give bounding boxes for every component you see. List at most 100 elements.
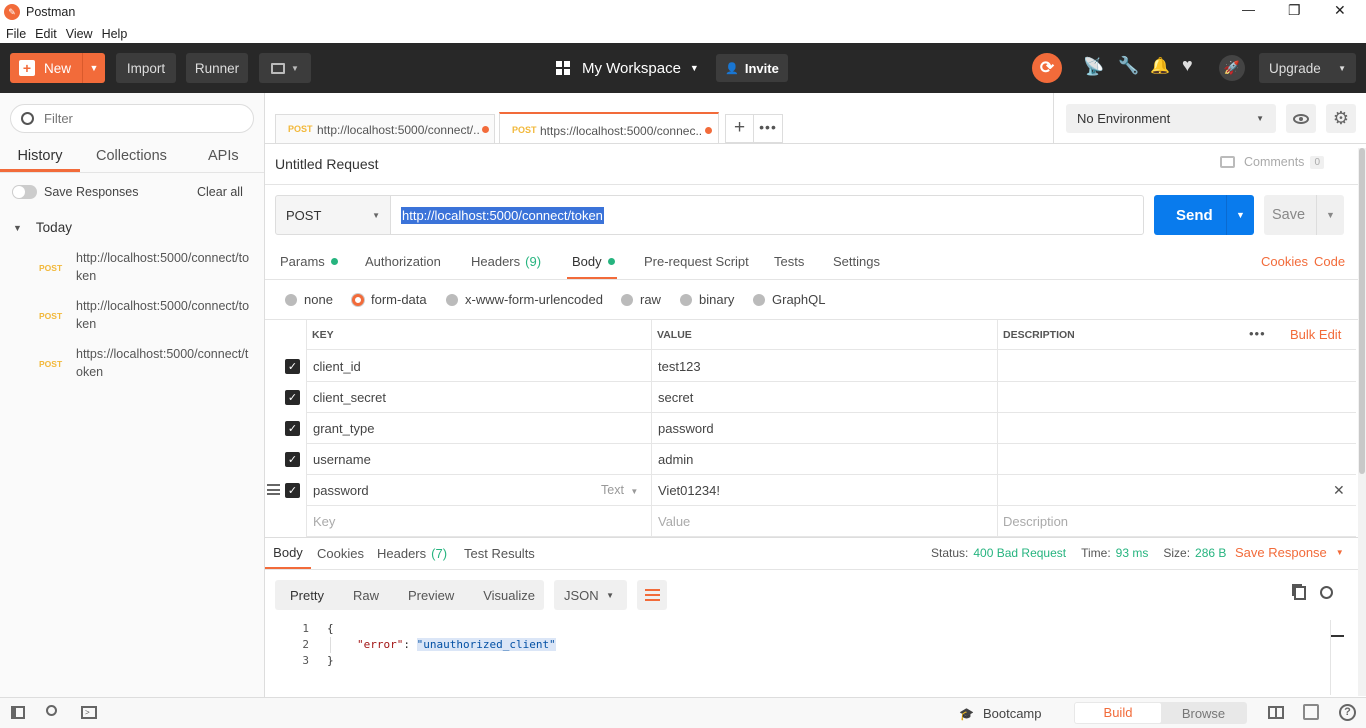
tab-settings[interactable]: Settings xyxy=(833,254,880,269)
table-row[interactable]: ✓ grant_type password xyxy=(285,413,1356,444)
send-button[interactable]: Send ▼ xyxy=(1154,195,1254,235)
workspace-selector[interactable]: My Workspace ▼ xyxy=(556,53,699,83)
help-icon[interactable]: ? xyxy=(1339,704,1356,721)
filter-input[interactable] xyxy=(44,111,234,126)
runner-button[interactable]: Runner xyxy=(186,53,248,83)
method-selector[interactable]: POST ▼ xyxy=(275,195,391,235)
history-item[interactable]: POST https://localhost:5000/connect/toke… xyxy=(0,342,264,388)
tab-body[interactable]: Body xyxy=(572,254,615,269)
console-icon[interactable]: > xyxy=(81,706,97,719)
response-tab-cookies[interactable]: Cookies xyxy=(317,546,364,561)
sync-icon[interactable]: ⟳ xyxy=(1032,53,1062,83)
bell-icon[interactable]: 🔔 xyxy=(1150,56,1170,76)
tab-pre-request-script[interactable]: Pre-request Script xyxy=(644,254,749,269)
drag-handle-icon[interactable] xyxy=(267,484,280,495)
table-row[interactable]: ✓ username admin xyxy=(285,444,1356,475)
row-key[interactable]: password xyxy=(313,475,369,506)
radio-graphql[interactable]: GraphQL xyxy=(753,292,825,307)
code-text[interactable]: { "error": "unauthorized_client" } xyxy=(327,621,556,669)
table-row[interactable]: ✓ client_id test123 xyxy=(285,351,1356,382)
cookies-link[interactable]: Cookies xyxy=(1261,254,1308,269)
new-window-button[interactable]: ▼ xyxy=(259,53,311,83)
invite-button[interactable]: 👤 Invite xyxy=(716,54,788,82)
search-icon[interactable] xyxy=(1320,586,1333,599)
row-value[interactable]: password xyxy=(658,413,714,444)
row-value[interactable]: test123 xyxy=(658,351,701,382)
placeholder-description[interactable]: Description xyxy=(1003,506,1068,537)
bulk-edit-link[interactable]: Bulk Edit xyxy=(1290,320,1341,351)
response-tab-headers[interactable]: Headers (7) xyxy=(377,546,447,561)
response-tab-body[interactable]: Body xyxy=(265,538,311,570)
row-key[interactable]: client_id xyxy=(313,351,361,382)
tab-params[interactable]: Params xyxy=(280,254,338,269)
menu-view[interactable]: View xyxy=(66,27,93,41)
table-row[interactable]: ✓ client_secret secret xyxy=(285,382,1356,413)
sidebar-toggle-icon[interactable] xyxy=(11,706,25,719)
main-scrollbar-thumb[interactable] xyxy=(1359,148,1365,474)
save-responses-toggle[interactable]: Save Responses xyxy=(12,185,139,199)
history-group-today[interactable]: ▼ Today xyxy=(13,220,72,235)
radio-urlencoded[interactable]: x-www-form-urlencoded xyxy=(446,292,603,307)
type-selector[interactable]: Text ▼ xyxy=(601,475,638,506)
new-button[interactable]: + New ▼ xyxy=(10,53,105,83)
satellite-icon[interactable]: 📡 xyxy=(1083,57,1104,77)
table-row[interactable]: ✓ password Text ▼ Viet01234! ✕ xyxy=(267,475,1356,506)
new-dropdown-chevron-icon[interactable]: ▼ xyxy=(82,53,105,83)
view-mode-pretty[interactable]: Pretty xyxy=(290,588,324,603)
filter-box[interactable] xyxy=(10,104,254,133)
tab-authorization[interactable]: Authorization xyxy=(365,254,441,269)
placeholder-key[interactable]: Key xyxy=(313,506,335,537)
wrench-icon[interactable]: 🔧 xyxy=(1118,56,1139,76)
heart-icon[interactable]: ♥ xyxy=(1182,55,1193,76)
gear-icon[interactable]: ⚙ xyxy=(1326,104,1356,133)
row-checkbox[interactable]: ✓ xyxy=(285,483,300,498)
row-checkbox[interactable]: ✓ xyxy=(285,390,300,405)
response-tab-test-results[interactable]: Test Results xyxy=(464,546,535,561)
minimize-icon[interactable]: — xyxy=(1242,2,1255,17)
radio-form-data[interactable]: form-data xyxy=(352,292,427,307)
tab-headers[interactable]: Headers (9) xyxy=(471,254,541,269)
delete-row-icon[interactable]: ✕ xyxy=(1333,475,1345,506)
radio-binary[interactable]: binary xyxy=(680,292,734,307)
code-scrollbar[interactable] xyxy=(1330,620,1331,695)
table-row-placeholder[interactable]: Key Value Description xyxy=(306,506,1356,537)
bootcamp-button[interactable]: 🎓 Bootcamp xyxy=(959,706,1042,721)
row-value[interactable]: secret xyxy=(658,382,693,413)
view-mode-preview[interactable]: Preview xyxy=(408,588,454,603)
row-value[interactable]: Viet01234! xyxy=(658,475,720,506)
format-selector[interactable]: JSON ▼ xyxy=(554,580,627,610)
menu-file[interactable]: File xyxy=(6,27,26,41)
row-checkbox[interactable]: ✓ xyxy=(285,359,300,374)
radio-raw[interactable]: raw xyxy=(621,292,661,307)
save-response-button[interactable]: Save Response ▼ xyxy=(1235,545,1344,560)
row-value[interactable]: admin xyxy=(658,444,693,475)
rocket-icon[interactable]: 🚀 xyxy=(1219,55,1245,81)
main-scrollbar[interactable] xyxy=(1358,148,1366,696)
request-name[interactable]: Untitled Request xyxy=(275,156,379,172)
history-item[interactable]: POST http://localhost:5000/connect/token xyxy=(0,246,264,292)
two-pane-icon[interactable] xyxy=(1268,706,1284,719)
maximize-icon[interactable]: ❐ xyxy=(1288,2,1301,19)
find-icon[interactable] xyxy=(46,705,57,716)
tab-history[interactable]: History xyxy=(0,140,80,172)
view-mode-raw[interactable]: Raw xyxy=(353,588,379,603)
url-input[interactable]: http://localhost:5000/connect/token xyxy=(390,195,1144,235)
placeholder-value[interactable]: Value xyxy=(658,506,690,537)
request-tab[interactable]: POST http://localhost:5000/connect/... xyxy=(275,114,495,143)
upgrade-button[interactable]: Upgrade ▼ xyxy=(1259,53,1356,83)
menu-edit[interactable]: Edit xyxy=(35,27,57,41)
import-button[interactable]: Import xyxy=(116,53,176,83)
radio-none[interactable]: none xyxy=(285,292,333,307)
copy-icon[interactable] xyxy=(1294,586,1306,600)
row-key[interactable]: grant_type xyxy=(313,413,374,444)
keyboard-shortcuts-icon[interactable] xyxy=(1303,704,1319,720)
close-window-icon[interactable]: ✕ xyxy=(1334,2,1346,19)
row-key[interactable]: client_secret xyxy=(313,382,386,413)
row-key[interactable]: username xyxy=(313,444,371,475)
environment-selector[interactable]: No Environment ▼ xyxy=(1066,104,1276,133)
request-tab-active[interactable]: POST https://localhost:5000/connec... xyxy=(499,112,719,144)
send-dropdown-chevron-icon[interactable]: ▼ xyxy=(1226,195,1254,235)
row-checkbox[interactable]: ✓ xyxy=(285,452,300,467)
code-link[interactable]: Code xyxy=(1314,254,1345,269)
tab-apis[interactable]: APIs xyxy=(208,140,239,172)
